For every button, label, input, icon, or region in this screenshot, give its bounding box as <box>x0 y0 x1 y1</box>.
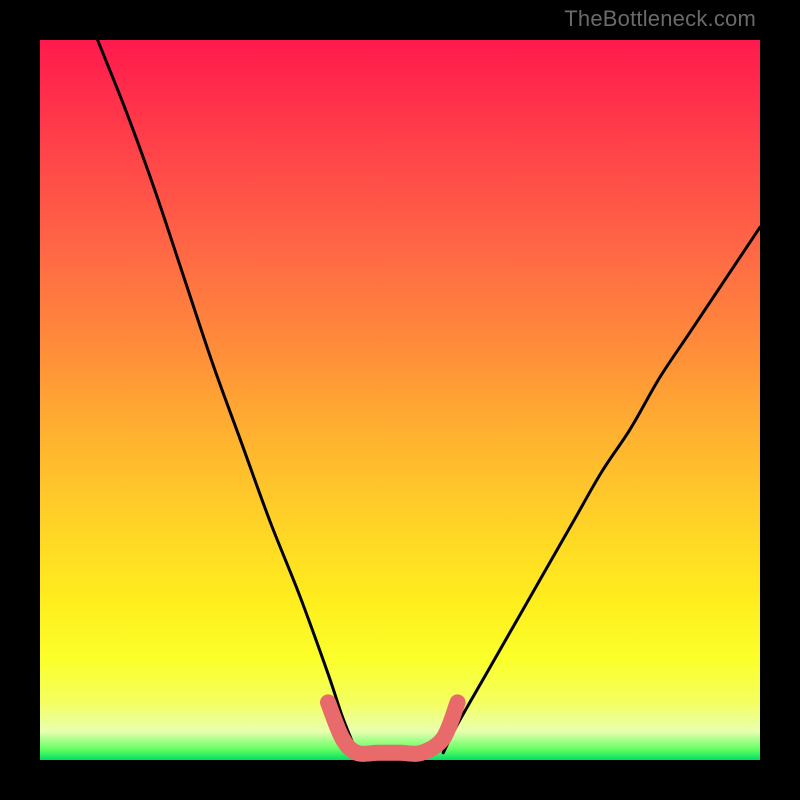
curves-svg <box>40 40 760 760</box>
right-branch-line <box>443 227 760 753</box>
plot-area <box>40 40 760 760</box>
watermark-text: TheBottleneck.com <box>564 6 756 32</box>
left-branch-line <box>98 40 357 753</box>
chart-frame: TheBottleneck.com <box>0 0 800 800</box>
